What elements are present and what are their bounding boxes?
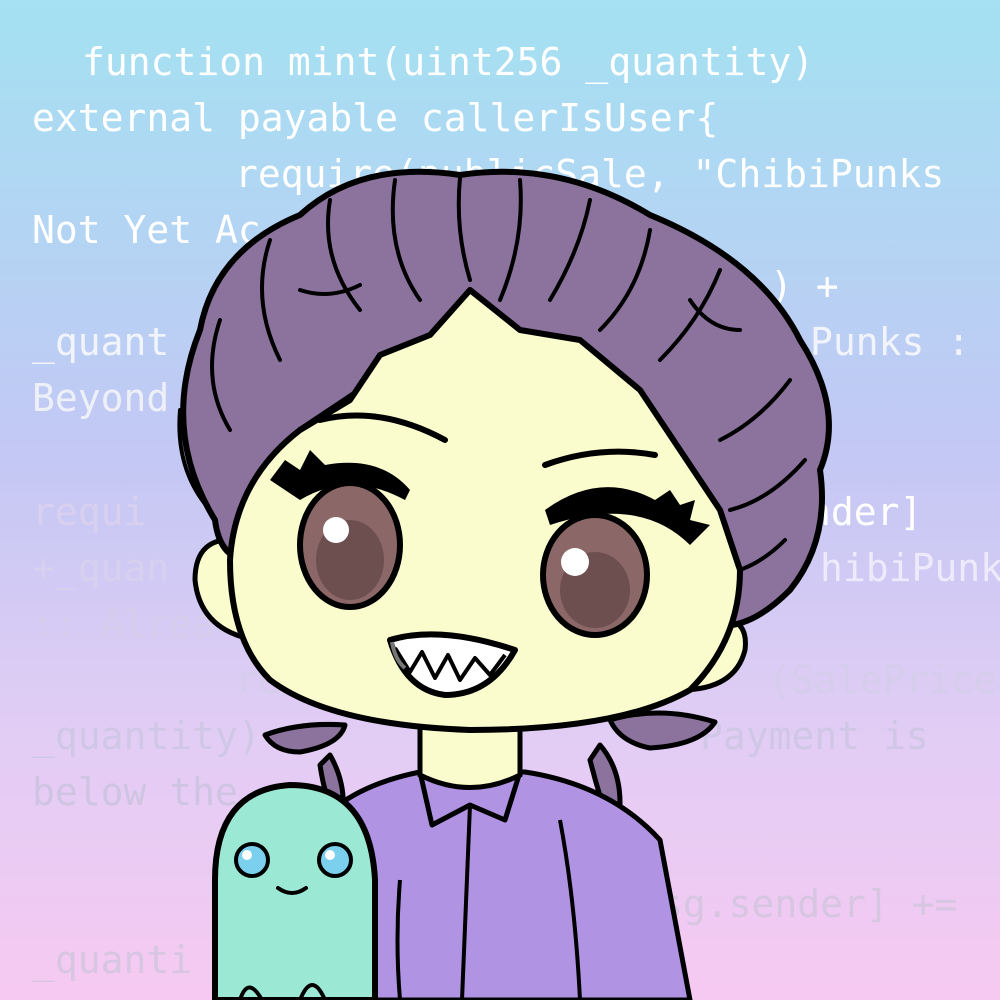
ghost-companion-icon <box>212 781 378 1000</box>
chibi-character <box>177 168 832 1000</box>
